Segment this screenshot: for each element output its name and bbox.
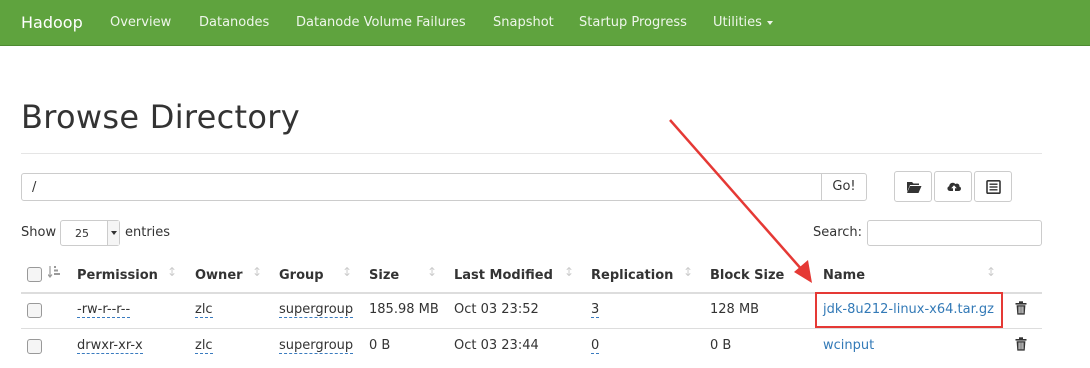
entries-per-page-value: 25 bbox=[75, 227, 89, 240]
sort-icon[interactable]: ↕ bbox=[986, 265, 996, 279]
cell-group[interactable]: supergroup bbox=[279, 338, 354, 354]
list-alt-icon bbox=[986, 180, 1001, 194]
directory-path-input[interactable] bbox=[21, 173, 822, 201]
nav-datanode-volume-failures[interactable]: Datanode Volume Failures bbox=[296, 15, 466, 30]
select-arrow bbox=[107, 221, 119, 245]
top-navbar: Hadoop Overview Datanodes Datanode Volum… bbox=[0, 0, 1090, 46]
cell-replication[interactable]: 3 bbox=[591, 302, 600, 318]
chevron-down-icon bbox=[766, 20, 773, 25]
search-label: Search: bbox=[813, 225, 863, 240]
column-header-block-size[interactable]: Block Size bbox=[710, 268, 784, 283]
cell-owner[interactable]: zlc bbox=[195, 338, 213, 354]
column-header-owner[interactable]: Owner bbox=[195, 268, 243, 283]
create-directory-button[interactable] bbox=[894, 171, 932, 202]
trash-icon[interactable] bbox=[1015, 301, 1027, 315]
search-input[interactable] bbox=[867, 220, 1042, 246]
go-button[interactable]: Go! bbox=[821, 173, 867, 201]
nav-overview[interactable]: Overview bbox=[110, 15, 171, 30]
column-header-permission[interactable]: Permission bbox=[77, 268, 158, 283]
column-header-name[interactable]: Name bbox=[823, 268, 865, 283]
trash-icon[interactable] bbox=[1015, 337, 1027, 351]
select-all-checkbox[interactable] bbox=[27, 267, 42, 282]
sort-icon[interactable]: ↕ bbox=[683, 265, 693, 279]
cell-name-link[interactable]: wcinput bbox=[823, 338, 874, 353]
column-header-last-modified[interactable]: Last Modified bbox=[454, 268, 553, 283]
sort-icon[interactable]: ↕ bbox=[252, 265, 262, 279]
sort-icon[interactable]: ↕ bbox=[564, 265, 574, 279]
column-header-size[interactable]: Size bbox=[369, 268, 399, 283]
sort-icon[interactable] bbox=[48, 265, 62, 279]
sort-icon[interactable]: ↕ bbox=[427, 265, 437, 279]
chevron-down-icon bbox=[111, 231, 117, 235]
row-checkbox[interactable] bbox=[27, 339, 42, 354]
cell-last-modified: Oct 03 23:44 bbox=[454, 338, 539, 353]
nav-utilities-label: Utilities bbox=[713, 15, 762, 30]
cell-owner[interactable]: zlc bbox=[195, 302, 213, 318]
cell-permission[interactable]: -rw-r--r-- bbox=[77, 302, 131, 318]
row-checkbox[interactable] bbox=[27, 303, 42, 318]
nav-snapshot[interactable]: Snapshot bbox=[493, 15, 554, 30]
cloud-upload-icon bbox=[947, 182, 961, 193]
sort-icon[interactable]: ↕ bbox=[167, 265, 177, 279]
folder-open-icon bbox=[907, 182, 922, 193]
cell-last-modified: Oct 03 23:52 bbox=[454, 302, 539, 317]
nav-utilities-dropdown[interactable]: Utilities bbox=[713, 15, 773, 30]
brand-logo[interactable]: Hadoop bbox=[21, 13, 83, 32]
column-header-replication[interactable]: Replication bbox=[591, 268, 673, 283]
cut-paste-button[interactable] bbox=[974, 171, 1012, 202]
upload-files-button[interactable] bbox=[934, 171, 972, 202]
cell-group[interactable]: supergroup bbox=[279, 302, 354, 318]
show-label: Show bbox=[21, 225, 57, 240]
column-header-group[interactable]: Group bbox=[279, 268, 324, 283]
cell-size: 0 B bbox=[369, 338, 391, 353]
cell-block-size: 0 B bbox=[710, 338, 732, 353]
sort-icon[interactable]: ↕ bbox=[342, 265, 352, 279]
entries-per-page-select[interactable]: 25 bbox=[60, 220, 120, 246]
entries-label: entries bbox=[125, 225, 171, 240]
nav-startup-progress[interactable]: Startup Progress bbox=[579, 15, 687, 30]
cell-block-size: 128 MB bbox=[710, 302, 760, 317]
cell-replication[interactable]: 0 bbox=[591, 338, 600, 354]
annotation-highlight-box bbox=[815, 292, 1003, 328]
cell-size: 185.98 MB bbox=[369, 302, 439, 317]
page-title: Browse Directory bbox=[21, 98, 300, 136]
row-divider bbox=[21, 328, 1042, 329]
title-divider bbox=[21, 153, 1042, 154]
nav-datanodes[interactable]: Datanodes bbox=[199, 15, 269, 30]
cell-permission[interactable]: drwxr-xr-x bbox=[77, 338, 143, 354]
sort-icon[interactable]: ↕ bbox=[796, 265, 806, 279]
